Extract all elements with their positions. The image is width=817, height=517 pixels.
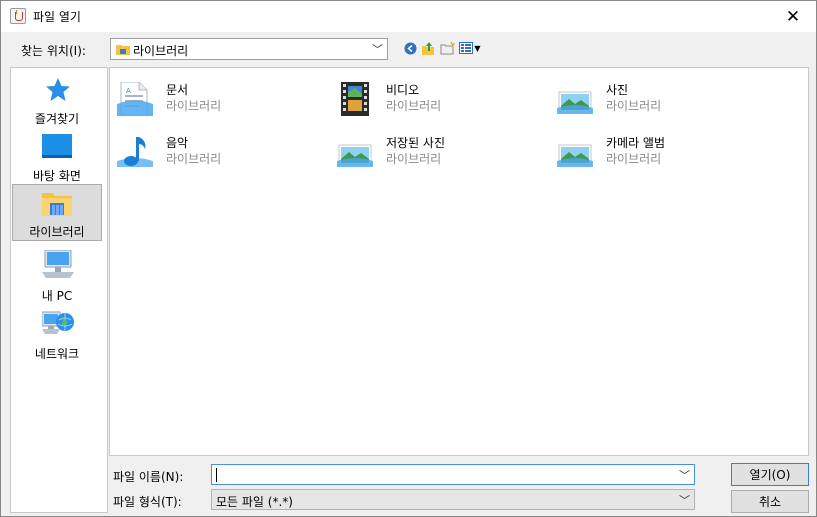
place-label: 네트워크 (34, 347, 80, 361)
file-name: 문서 (166, 83, 189, 97)
computer-icon (42, 250, 74, 278)
file-type-combo[interactable]: 모든 파일 (*.*) ﹀ (211, 489, 695, 510)
file-name: 비디오 (386, 83, 420, 97)
cancel-button[interactable]: 취소 (731, 490, 809, 513)
file-name: 사진 (606, 83, 629, 97)
svg-text:A: A (126, 87, 131, 95)
library-folder-icon (116, 45, 130, 55)
file-name: 음악 (166, 136, 189, 150)
place-label: 라이브러리 (29, 225, 85, 239)
file-name: 저장된 사진 (386, 136, 446, 150)
place-this-pc[interactable]: 내 PC (12, 248, 102, 304)
title-bar[interactable]: 파일 열기 ✕ (1, 1, 816, 32)
file-type: 라이브러리 (386, 152, 442, 166)
place-label: 바탕 화면 (33, 169, 81, 183)
back-button[interactable] (403, 39, 417, 57)
file-type: 라이브러리 (386, 99, 442, 113)
document-icon: A (117, 82, 153, 116)
place-libraries[interactable]: 라이브러리 (12, 184, 102, 241)
close-button[interactable]: ✕ (770, 1, 816, 32)
video-icon (341, 82, 369, 116)
look-in-label: 찾는 위치(I): (21, 44, 86, 58)
new-folder-icon (440, 41, 455, 55)
star-icon (46, 78, 70, 101)
file-type: 라이브러리 (166, 152, 222, 166)
file-type: 라이브러리 (166, 99, 222, 113)
file-name-label: 파일 이름(N): (113, 470, 184, 484)
place-favorites[interactable]: 즐겨찾기 (12, 74, 102, 130)
back-arrow-icon (404, 42, 416, 54)
picture-icon (557, 144, 593, 167)
chevron-down-icon[interactable]: ﹀ (679, 467, 690, 483)
file-type-value: 모든 파일 (*.*) (216, 495, 293, 509)
list-item[interactable]: 카메라 앨범 라이브러리 (557, 131, 767, 175)
text-caret (216, 468, 217, 482)
up-folder-icon (421, 41, 434, 55)
dropdown-triangle-icon: ▼ (474, 43, 481, 53)
place-label: 즐겨찾기 (34, 112, 80, 126)
file-type: 라이브러리 (606, 152, 662, 166)
list-item[interactable]: 음악 라이브러리 (117, 131, 327, 175)
file-list: A 문서 라이브러리 비디오 라이브러리 사진 라이브러리 음악 라이브러리 저… (109, 67, 809, 456)
library-icon (42, 193, 72, 216)
place-label: 내 PC (41, 289, 73, 303)
file-open-dialog: 파일 열기 ✕ 찾는 위치(I): 라이브러리 ﹀ ▼ 즐겨찾기 바탕 화면 라… (0, 0, 817, 517)
file-type-label: 파일 형식(T): (113, 495, 182, 509)
file-name: 카메라 앨범 (606, 136, 666, 150)
list-item[interactable]: 저장된 사진 라이브러리 (337, 131, 547, 175)
look-in-combo[interactable]: 라이브러리 ﹀ (110, 38, 388, 60)
new-folder-button[interactable] (439, 39, 455, 57)
places-bar: 즐겨찾기 바탕 화면 라이브러리 내 PC 네트워크 (10, 67, 108, 513)
place-desktop[interactable]: 바탕 화면 (12, 132, 102, 188)
file-type: 라이브러리 (606, 99, 662, 113)
picture-icon (557, 91, 593, 114)
window-title: 파일 열기 (33, 10, 81, 24)
file-name-input[interactable]: ﹀ (211, 464, 695, 485)
chevron-down-icon: ﹀ (372, 43, 383, 56)
view-list-icon (459, 42, 474, 54)
close-icon: ✕ (785, 6, 801, 27)
place-network[interactable]: 네트워크 (12, 306, 102, 362)
chevron-down-icon: ﹀ (679, 494, 690, 507)
view-menu-button[interactable]: ▼ (459, 39, 481, 57)
open-button[interactable]: 열기(O) (731, 463, 809, 486)
list-item[interactable]: 사진 라이브러리 (557, 78, 767, 122)
up-folder-button[interactable] (420, 39, 436, 57)
music-icon (117, 137, 153, 167)
look-in-value: 라이브러리 (133, 44, 189, 58)
network-icon (42, 311, 74, 334)
picture-icon (337, 144, 373, 167)
list-item[interactable]: 비디오 라이브러리 (337, 78, 547, 122)
java-app-icon (10, 8, 26, 24)
list-item[interactable]: A 문서 라이브러리 (117, 78, 327, 122)
desktop-icon (42, 134, 72, 158)
